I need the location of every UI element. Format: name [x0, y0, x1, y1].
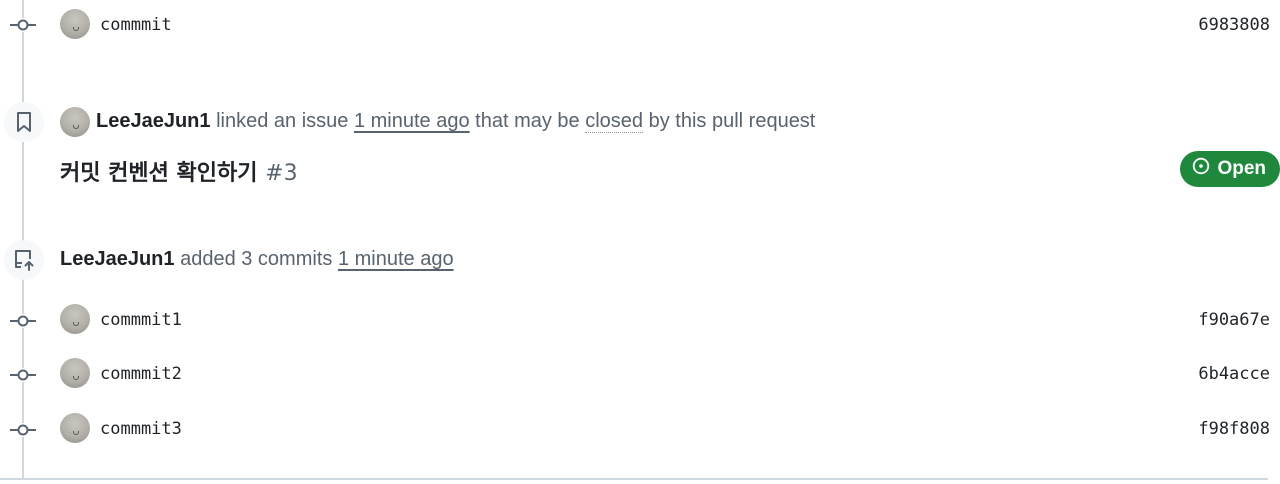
issue-title: 커밋 컨벤션 확인하기	[60, 161, 258, 186]
commit-sha-link[interactable]: f90a67e	[1198, 310, 1270, 330]
commit-row: commmit1 f90a67e	[0, 304, 1270, 338]
commit-message-link[interactable]: commmit1	[100, 310, 182, 330]
issue-state-badge: Open	[1180, 151, 1280, 187]
timestamp-link[interactable]: 1 minute ago	[338, 248, 454, 270]
avatar[interactable]	[60, 413, 90, 443]
closed-keyword[interactable]: closed	[585, 110, 644, 133]
push-event: LeeJaeJun1 added 3 commits 1 minute ago	[60, 248, 454, 271]
commit-sha-link[interactable]: 6b4acce	[1198, 364, 1270, 384]
timeline-line	[22, 0, 24, 478]
avatar[interactable]	[60, 9, 90, 39]
divider	[0, 478, 1268, 480]
commit-row: commmit2 6b4acce	[0, 358, 1270, 392]
event-action: by this pull request	[648, 110, 816, 132]
avatar[interactable]	[60, 107, 90, 137]
event-action: linked an issue	[216, 110, 349, 132]
avatar[interactable]	[60, 358, 90, 388]
commit-node-icon	[10, 423, 36, 437]
commit-sha-link[interactable]: 6983808	[1198, 15, 1270, 35]
commit-message-link[interactable]: commmit	[100, 15, 172, 35]
timestamp-link[interactable]: 1 minute ago	[354, 110, 470, 132]
event-action: added 3 commits	[180, 248, 333, 270]
commit-sha-link[interactable]: f98f808	[1198, 419, 1270, 439]
commit-message-link[interactable]: commmit3	[100, 419, 182, 439]
author-link[interactable]: LeeJaeJun1	[60, 248, 175, 270]
issue-state-label: Open	[1217, 158, 1266, 179]
bookmark-icon	[4, 102, 44, 142]
commit-row: commmit 6983808	[0, 8, 1270, 42]
linked-issue-event: LeeJaeJun1 linked an issue 1 minute ago …	[96, 110, 815, 133]
issue-number: #3	[265, 161, 298, 186]
author-link[interactable]: LeeJaeJun1	[96, 110, 211, 132]
commit-message-link[interactable]: commmit2	[100, 364, 182, 384]
commit-node-icon	[10, 314, 36, 328]
issue-title-link[interactable]: 커밋 컨벤션 확인하기 #3	[60, 155, 298, 187]
commit-node-icon	[10, 368, 36, 382]
commit-node-icon	[10, 18, 36, 32]
avatar[interactable]	[60, 304, 90, 334]
repo-push-icon	[4, 240, 44, 280]
event-action: that may be	[475, 110, 580, 132]
commit-row: commmit3 f98f808	[0, 413, 1270, 447]
issue-opened-icon	[1192, 157, 1210, 181]
